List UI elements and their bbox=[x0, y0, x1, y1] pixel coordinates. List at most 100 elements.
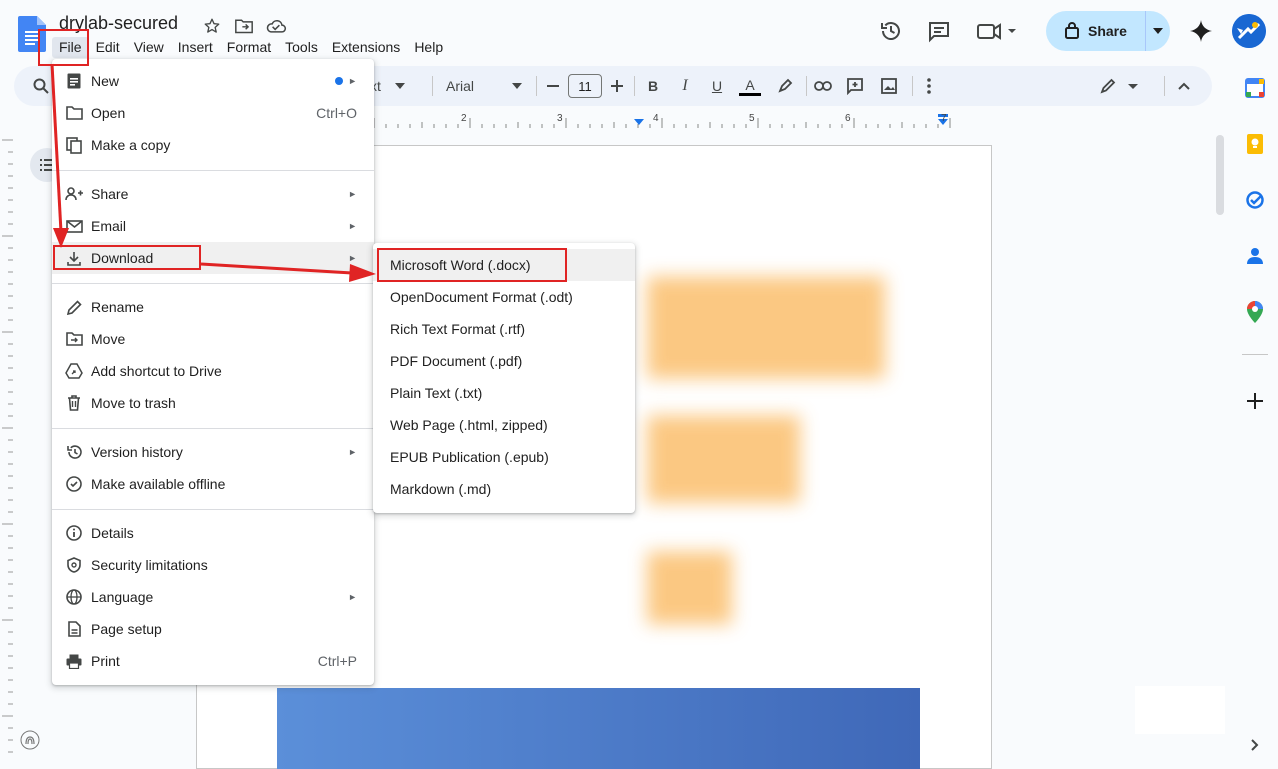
file-menu-item-label: Print bbox=[91, 653, 120, 669]
meet-icon[interactable] bbox=[974, 18, 1022, 44]
file-menu-item-add-shortcut-to-drive[interactable]: Add shortcut to Drive bbox=[52, 355, 374, 387]
ruler-number: 5 bbox=[749, 113, 755, 124]
vertical-scrollbar[interactable] bbox=[1216, 135, 1224, 215]
share-label: Share bbox=[1088, 23, 1127, 39]
file-menu-item-move-to-trash[interactable]: Move to trash bbox=[52, 387, 374, 419]
submenu-arrow-icon: ► bbox=[348, 221, 357, 231]
download-option-markdown-md[interactable]: Markdown (.md) bbox=[373, 473, 635, 505]
blurred-heading-image: ███ bbox=[647, 417, 801, 497]
plus-icon[interactable] bbox=[1244, 390, 1266, 412]
download-option-pdf-document-pdf[interactable]: PDF Document (.pdf) bbox=[373, 345, 635, 377]
share-dropdown-icon[interactable] bbox=[1146, 11, 1170, 51]
keep-icon[interactable] bbox=[1244, 133, 1266, 155]
star-icon[interactable] bbox=[201, 15, 223, 37]
file-menu-item-label: Make a copy bbox=[91, 137, 171, 153]
gemini-sparkle-icon[interactable] bbox=[1188, 18, 1214, 44]
fingerprint-icon[interactable] bbox=[20, 730, 40, 750]
menu-view[interactable]: View bbox=[127, 37, 171, 58]
menu-divider bbox=[52, 428, 374, 429]
search-menus-icon[interactable] bbox=[30, 74, 52, 98]
file-menu-item-security-limitations[interactable]: Security limitations bbox=[52, 549, 374, 581]
annotation-box-file bbox=[38, 29, 89, 66]
menu-edit[interactable]: Edit bbox=[89, 37, 127, 58]
offline-icon bbox=[65, 475, 83, 493]
italic-button[interactable]: I bbox=[676, 74, 694, 98]
avatar[interactable] bbox=[1232, 14, 1266, 48]
file-menu-item-open[interactable]: Open Ctrl+O bbox=[52, 97, 374, 129]
text-color-swatch bbox=[739, 92, 761, 96]
comments-icon[interactable] bbox=[926, 18, 952, 44]
mail-icon bbox=[65, 217, 83, 235]
blank-panel bbox=[1135, 686, 1225, 734]
menu-extensions[interactable]: Extensions bbox=[325, 37, 407, 58]
bold-button[interactable]: B bbox=[644, 74, 662, 98]
file-menu-item-rename[interactable]: Rename bbox=[52, 291, 374, 323]
submenu-arrow-icon: ► bbox=[348, 447, 357, 457]
file-menu-item-make-a-copy[interactable]: Make a copy bbox=[52, 129, 374, 161]
page-icon bbox=[65, 620, 83, 638]
file-menu-item-share[interactable]: Share ► bbox=[52, 178, 374, 210]
file-menu-item-label: Page setup bbox=[91, 621, 162, 637]
download-option-rich-text-format-rtf[interactable]: Rich Text Format (.rtf) bbox=[373, 313, 635, 345]
file-menu-item-email[interactable]: Email ► bbox=[52, 210, 374, 242]
download-option-web-page-html-zipped[interactable]: Web Page (.html, zipped) bbox=[373, 409, 635, 441]
download-option-opendocument-format-odt[interactable]: OpenDocument Format (.odt) bbox=[373, 281, 635, 313]
download-option-epub-publication-epub[interactable]: EPUB Publication (.epub) bbox=[373, 441, 635, 473]
file-menu-item-version-history[interactable]: Version history ► bbox=[52, 436, 374, 468]
history-icon[interactable] bbox=[878, 18, 904, 44]
info-icon bbox=[65, 524, 83, 542]
chevron-down-icon bbox=[394, 83, 405, 89]
menu-format[interactable]: Format bbox=[220, 37, 278, 58]
font-family-label: Arial bbox=[446, 78, 475, 94]
calendar-icon[interactable] bbox=[1244, 77, 1266, 99]
font-size-input[interactable]: 11 bbox=[568, 74, 602, 98]
menu-bar: File Edit View Insert Format Tools Exten… bbox=[52, 37, 450, 58]
insert-link-icon[interactable] bbox=[812, 74, 834, 98]
decrease-font-size-icon[interactable] bbox=[544, 74, 562, 98]
globe-icon bbox=[65, 588, 83, 606]
cloud-saved-icon[interactable] bbox=[265, 15, 287, 37]
file-menu-item-label: Move bbox=[91, 331, 126, 347]
lock-icon bbox=[1064, 21, 1080, 42]
ruler-number: 7 bbox=[941, 113, 947, 124]
file-menu-item-details[interactable]: Details bbox=[52, 517, 374, 549]
paragraph-style-dropdown[interactable]: xt bbox=[370, 74, 420, 98]
chevron-down-icon bbox=[512, 83, 522, 89]
insert-image-icon[interactable] bbox=[878, 74, 900, 98]
font-family-dropdown[interactable]: Arial bbox=[446, 74, 526, 98]
file-menu-item-make-available-offline[interactable]: Make available offline bbox=[52, 468, 374, 500]
menu-tools[interactable]: Tools bbox=[278, 37, 325, 58]
chevron-right-icon[interactable] bbox=[1244, 734, 1266, 756]
side-panel bbox=[1232, 64, 1278, 769]
file-menu-item-label: Make available offline bbox=[91, 476, 226, 492]
file-menu-item-label: Open bbox=[91, 105, 126, 121]
collapse-toolbar-icon[interactable] bbox=[1174, 74, 1194, 98]
menu-divider bbox=[52, 509, 374, 510]
underline-button[interactable]: U bbox=[708, 74, 726, 98]
contacts-icon[interactable] bbox=[1244, 245, 1266, 267]
maps-icon[interactable] bbox=[1244, 301, 1266, 323]
editing-mode-dropdown[interactable] bbox=[1096, 74, 1144, 98]
file-menu-item-move[interactable]: Move bbox=[52, 323, 374, 355]
file-menu-item-label: Add shortcut to Drive bbox=[91, 363, 222, 379]
menu-help[interactable]: Help bbox=[407, 37, 450, 58]
ruler-number: 2 bbox=[461, 113, 467, 124]
move-folder-icon[interactable] bbox=[233, 15, 255, 37]
add-comment-icon[interactable] bbox=[844, 74, 866, 98]
tasks-icon[interactable] bbox=[1244, 189, 1266, 211]
download-option-plain-text-txt[interactable]: Plain Text (.txt) bbox=[373, 377, 635, 409]
share-button[interactable]: Share bbox=[1046, 11, 1170, 51]
more-options-icon[interactable] bbox=[920, 74, 938, 98]
keyboard-shortcut: Ctrl+P bbox=[317, 653, 357, 669]
copy-icon bbox=[65, 136, 83, 154]
file-menu-item-label: New bbox=[91, 73, 120, 89]
menu-insert[interactable]: Insert bbox=[171, 37, 220, 58]
increase-font-size-icon[interactable] bbox=[608, 74, 626, 98]
highlight-pen-icon[interactable] bbox=[774, 74, 796, 98]
file-menu-item-language[interactable]: Language ► bbox=[52, 581, 374, 613]
text-color-button[interactable]: A bbox=[738, 74, 762, 98]
file-menu-item-print[interactable]: Print Ctrl+P bbox=[52, 645, 374, 677]
banner-image bbox=[277, 688, 920, 769]
file-menu-item-page-setup[interactable]: Page setup bbox=[52, 613, 374, 645]
file-menu-item-new[interactable]: New ► bbox=[52, 65, 374, 97]
